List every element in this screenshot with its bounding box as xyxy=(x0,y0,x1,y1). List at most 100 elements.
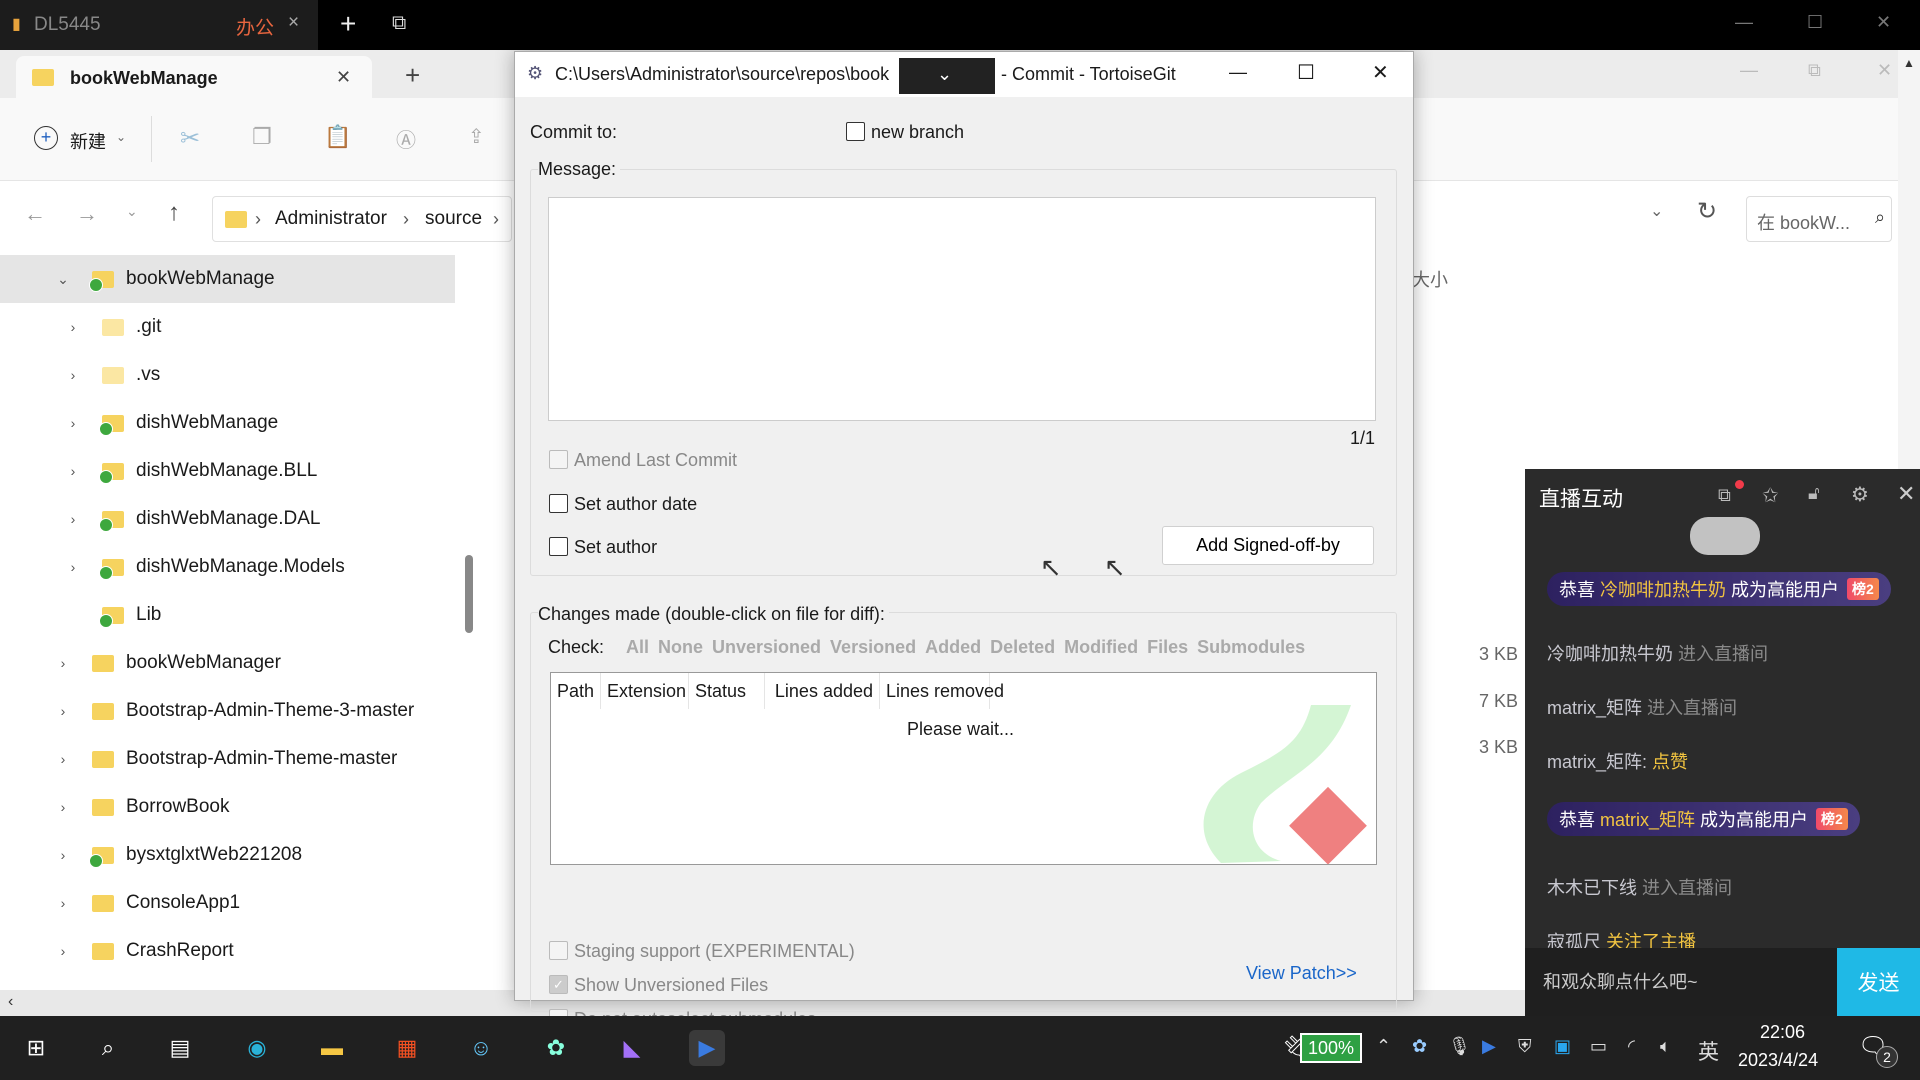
add-signed-off-by-button[interactable]: Add Signed-off-by xyxy=(1162,526,1374,565)
tree-item[interactable]: › dishWebManage.BLL xyxy=(0,447,455,495)
tray-app2-icon[interactable]: ▣ xyxy=(1554,1036,1571,1057)
volume-icon[interactable]: 🔈︎ xyxy=(1660,1036,1671,1057)
close-icon[interactable]: ✕ xyxy=(1897,481,1915,507)
tree-item[interactable]: › Bootstrap-Admin-Theme-master xyxy=(0,735,455,783)
up-icon[interactable]: ↑ xyxy=(168,199,180,227)
pinwheel-icon[interactable]: ✿ xyxy=(538,1030,574,1066)
check-filter-unversioned[interactable]: Unversioned xyxy=(712,637,821,658)
forward-icon[interactable]: → xyxy=(76,201,98,227)
back-icon[interactable]: ← xyxy=(24,201,46,227)
breadcrumb-item[interactable]: Administrator xyxy=(275,208,387,230)
file-explorer-icon[interactable]: ▬ xyxy=(314,1030,350,1066)
tree-item[interactable]: › .git xyxy=(0,303,455,351)
new-tab-button[interactable]: + xyxy=(340,8,356,40)
search-icon[interactable]: ⌕ xyxy=(90,1030,126,1066)
tree-item[interactable]: › CrashReport xyxy=(0,927,455,975)
breadcrumb[interactable]: › Administrator › source › xyxy=(212,196,512,242)
tree-item[interactable]: › dishWebManage.DAL xyxy=(0,495,455,543)
chevron-down-icon[interactable]: ⌄ xyxy=(116,130,126,144)
visual-studio-icon[interactable]: ◣ xyxy=(614,1030,650,1066)
restore-icon[interactable]: ⧉ xyxy=(1808,60,1821,81)
refresh-icon[interactable]: ↻ xyxy=(1697,197,1717,226)
task-view-icon[interactable]: ▤ xyxy=(162,1030,198,1066)
chevron-down-icon[interactable]: ⌄ xyxy=(56,271,70,288)
app-icon[interactable]: ☺ xyxy=(463,1030,499,1066)
close-window-button[interactable]: ✕ xyxy=(1876,12,1891,33)
tree-item[interactable]: › dishWebManage xyxy=(0,399,455,447)
lock-icon[interactable]: 🔓︎ xyxy=(1808,483,1820,504)
tray-app-icon[interactable]: ✿ xyxy=(1412,1036,1427,1057)
column-header[interactable]: Path xyxy=(551,673,601,709)
chevron-right-icon[interactable]: › xyxy=(66,463,80,479)
set-author-date-checkbox[interactable] xyxy=(549,494,568,513)
explorer-tab[interactable]: bookWebManage ✕ xyxy=(16,56,372,98)
effects-icon[interactable]: ✩ xyxy=(1762,483,1779,508)
tree-item[interactable]: › .vs xyxy=(0,351,455,399)
edge-icon[interactable]: ◉ xyxy=(239,1030,275,1066)
share-icon[interactable]: ⇪ xyxy=(468,124,485,149)
minimize-icon[interactable]: — xyxy=(1740,60,1758,81)
security-warning-icon[interactable]: ⛨ xyxy=(1518,1036,1532,1057)
chevron-right-icon[interactable]: › xyxy=(56,655,70,671)
path-dropdown[interactable]: ⌄ xyxy=(899,58,995,94)
wifi-icon[interactable]: ◜ xyxy=(1628,1036,1635,1057)
new-tab-button[interactable]: + xyxy=(405,60,420,91)
close-icon[interactable]: ✕ xyxy=(1877,60,1892,81)
check-filter-submodules[interactable]: Submodules xyxy=(1197,637,1305,658)
size-column-header[interactable]: 大小 xyxy=(1412,266,1448,292)
chevron-right-icon[interactable]: › xyxy=(56,799,70,815)
address-dropdown-icon[interactable]: ⌄ xyxy=(1650,201,1663,221)
chevron-right-icon[interactable]: › xyxy=(66,367,80,383)
restore-icon[interactable]: ⧉ xyxy=(392,12,406,35)
tray-stream-icon[interactable]: ▶ xyxy=(1482,1036,1496,1057)
tree-item[interactable]: › bysxtglxtWeb221208 xyxy=(0,831,455,879)
chevron-right-icon[interactable]: › xyxy=(56,847,70,863)
new-button[interactable]: 新建 xyxy=(70,128,106,154)
recent-chevron-icon[interactable]: ⌄ xyxy=(126,203,138,220)
layout-icon[interactable]: ⧉ xyxy=(1718,485,1731,506)
show-unversioned-checkbox[interactable]: ✓ xyxy=(549,975,568,994)
column-header[interactable]: Extension xyxy=(601,673,689,709)
clock-date[interactable]: 2023/4/24 xyxy=(1738,1050,1818,1071)
set-author-checkbox[interactable] xyxy=(549,537,568,556)
minimize-button[interactable]: — xyxy=(1735,12,1753,33)
maximize-button[interactable]: ☐ xyxy=(1297,60,1315,85)
chat-username[interactable]: 冷咖啡加热牛奶 xyxy=(1547,644,1673,664)
chat-username[interactable]: matrix_矩阵 xyxy=(1547,698,1642,718)
minimize-button[interactable]: — xyxy=(1229,62,1247,83)
breadcrumb-item[interactable]: source xyxy=(425,208,482,230)
chevron-right-icon[interactable]: › xyxy=(66,559,80,575)
chevron-right-icon[interactable]: › xyxy=(56,751,70,767)
chevron-right-icon[interactable]: › xyxy=(66,319,80,335)
new-branch-checkbox[interactable] xyxy=(846,122,865,141)
tree-item[interactable]: › bookWebManager xyxy=(0,639,455,687)
search-box[interactable]: 在 bookW... ⌕ xyxy=(1746,196,1892,242)
file-list[interactable]: Path Extension Status Lines added Lines remo… xyxy=(550,672,1377,865)
chat-username[interactable]: matrix_矩阵: xyxy=(1547,752,1647,772)
chevron-right-icon[interactable]: › xyxy=(66,415,80,431)
check-filter-files[interactable]: Files xyxy=(1147,637,1188,658)
send-button[interactable]: 发送 xyxy=(1837,948,1920,1016)
paste-icon[interactable]: 📋 xyxy=(324,124,351,150)
tree-item[interactable]: › dishWebManage.Models xyxy=(0,543,455,591)
amend-checkbox[interactable] xyxy=(549,450,568,469)
check-filter-modified[interactable]: Modified xyxy=(1064,637,1138,658)
scroll-up-icon[interactable]: ▲ xyxy=(1903,56,1915,70)
close-tab-button[interactable]: × xyxy=(288,12,299,34)
check-filter-versioned[interactable]: Versioned xyxy=(830,637,916,658)
cut-icon[interactable]: ✂ xyxy=(180,124,200,153)
store-icon[interactable]: ▦ xyxy=(389,1030,425,1066)
rename-icon[interactable]: Ⓐ xyxy=(396,124,416,153)
maximize-button[interactable]: ☐ xyxy=(1807,12,1823,33)
close-button[interactable]: ✕ xyxy=(1372,60,1389,85)
check-filter-all[interactable]: All xyxy=(626,637,649,658)
tree-item[interactable]: › ConsoleApp1 xyxy=(0,879,455,927)
chevron-right-icon[interactable]: › xyxy=(66,511,80,527)
ime-indicator[interactable]: 英 xyxy=(1698,1036,1719,1066)
check-filter-none[interactable]: None xyxy=(658,637,703,658)
tree-item[interactable]: › BorrowBook xyxy=(0,783,455,831)
view-patch-link[interactable]: View Patch>> xyxy=(1246,963,1357,984)
message-input[interactable] xyxy=(548,197,1376,421)
tree-item[interactable]: ⌄ bookWebManage xyxy=(0,255,455,303)
battery-indicator[interactable]: 100% xyxy=(1300,1033,1362,1063)
